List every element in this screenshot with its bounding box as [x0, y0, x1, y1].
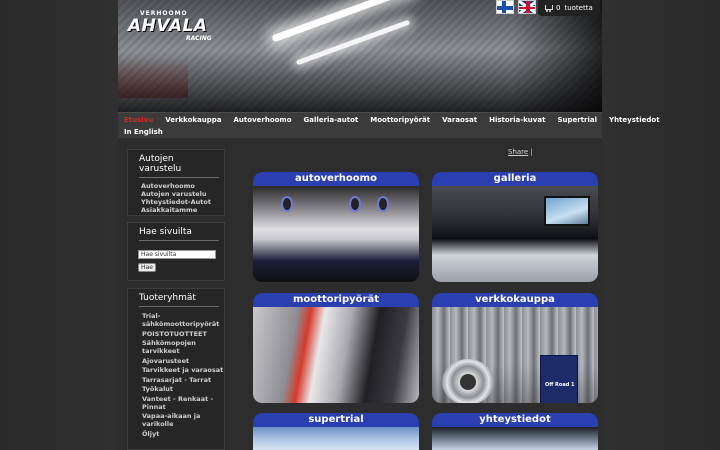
box-title-tuoteryhmat: Tuoteryhmät	[139, 293, 196, 303]
sidebar-box-autojen-varustelu: Autojen varustelu Autoverhoomo Autojen v…	[127, 149, 225, 216]
page-container: VERHOOMO AHVALA RACING 0 tuotetta Etusiv…	[118, 0, 660, 450]
sidebar-box-tuoteryhmat: Tuoteryhmät Trial-sähkömoottoripyörät PO…	[127, 288, 225, 450]
tile-image	[253, 307, 419, 403]
nav-item-historia-kuvat[interactable]: Historia-kuvat	[483, 115, 551, 126]
nav-item-supertrial[interactable]: Supertrial	[551, 115, 603, 126]
sidebar-box-search: Hae sivuilta Hae	[127, 222, 225, 281]
sidebar-link-tyokalut[interactable]: Työkalut	[128, 385, 224, 393]
nav-item-varaosat[interactable]: Varaosat	[436, 115, 483, 126]
sidebar-link-tarvikkeet-ja-varaosat[interactable]: Tarvikkeet ja varaosat	[128, 366, 224, 374]
sidebar-link-ajovarusteet[interactable]: Ajovarusteet	[128, 357, 224, 365]
sidebar-link-vapaa-aikaan-ja-varikolle[interactable]: Vapaa-aikaan ja varikolle	[128, 412, 224, 428]
sidebar-link-autojen-varustelu[interactable]: Autojen varustelu	[128, 190, 224, 198]
english-flag-icon[interactable]	[518, 0, 536, 14]
box-title-autojen-varustelu: Autojen varustelu	[139, 154, 182, 174]
tile-title: autoverhoomo	[253, 172, 419, 186]
cart-count: 0	[556, 4, 561, 12]
shopping-cart-button[interactable]: 0 tuotetta	[538, 0, 600, 16]
sidebar-link-asiakkaitamme[interactable]: Asiakkaitamme	[128, 206, 224, 214]
share-link[interactable]: Share	[508, 148, 528, 156]
tile-title: supertrial	[253, 413, 419, 427]
sidebar-link-oljyt[interactable]: Öljyt	[128, 430, 224, 438]
share-bar: Share |	[508, 148, 533, 156]
speaker-icon	[377, 196, 389, 212]
tile-moottoripyorat[interactable]: moottoripyörät	[253, 293, 419, 403]
banner-dark-edge	[512, 0, 602, 112]
header-banner: VERHOOMO AHVALA RACING 0 tuotetta	[118, 0, 602, 112]
sidebar-link-sahkomopojen-tarvikkeet[interactable]: Sähkömopojen tarvikkeet	[128, 339, 224, 355]
tile-title: verkkokauppa	[432, 293, 598, 307]
tile-autoverhoomo[interactable]: autoverhoomo	[253, 172, 419, 282]
logo-name: AHVALA	[128, 16, 208, 36]
finnish-flag-icon[interactable]	[496, 0, 514, 14]
language-flags	[496, 0, 536, 16]
site-logo[interactable]: VERHOOMO AHVALA RACING	[128, 10, 218, 42]
tile-image	[432, 186, 598, 282]
box-divider	[139, 240, 219, 241]
sidebar-link-yhteystiedot-autot[interactable]: Yhteystiedot-Autot	[128, 198, 224, 206]
oil-bottle-image: Off Road 1	[540, 355, 578, 403]
tile-image	[432, 427, 598, 450]
main-navigation: Etusivu Verkkokauppa Autoverhoomo Galler…	[118, 112, 660, 138]
nav-row-1: Etusivu Verkkokauppa Autoverhoomo Galler…	[118, 115, 666, 126]
tile-image	[253, 186, 419, 282]
tile-verkkokauppa[interactable]: verkkokauppa Off Road 1	[432, 293, 598, 403]
tile-supertrial[interactable]: supertrial	[253, 413, 419, 450]
bearing-image	[442, 359, 494, 403]
nav-item-yhteystiedot[interactable]: Yhteystiedot	[603, 115, 666, 126]
sidebar-link-tarrasarjat[interactable]: Tarrasarjat - Tarrat	[128, 376, 224, 384]
nav-item-galleria-autot[interactable]: Galleria-autot	[298, 115, 365, 126]
nav-row-2: In English	[118, 127, 169, 138]
speaker-icon	[281, 196, 293, 212]
oil-label: Off Road 1	[545, 382, 575, 388]
sidebar-link-poistotuotteet[interactable]: POISTOTUOTTEET	[128, 330, 224, 338]
tile-image: Off Road 1	[432, 307, 598, 403]
sidebar-link-trial-sahkomoottoripyorat[interactable]: Trial-sähkömoottoripyörät	[128, 312, 224, 328]
tile-galleria[interactable]: galleria	[432, 172, 598, 282]
tile-yhteystiedot[interactable]: yhteystiedot	[432, 413, 598, 450]
share-separator: |	[530, 148, 533, 156]
nav-item-autoverhoomo[interactable]: Autoverhoomo	[228, 115, 298, 126]
tv-screen-image	[544, 196, 590, 226]
nav-item-verkkokauppa[interactable]: Verkkokauppa	[159, 115, 227, 126]
sidebar-link-vanteet-renkaat-pinnat[interactable]: Vanteet - Renkaat - Pinnat	[128, 395, 224, 411]
nav-item-in-english[interactable]: In English	[118, 127, 169, 138]
logo-sub-text: RACING	[186, 35, 212, 42]
tile-title: yhteystiedot	[432, 413, 598, 427]
speaker-icon	[349, 196, 361, 212]
sidebar-link-autoverhoomo[interactable]: Autoverhoomo	[128, 182, 224, 190]
tile-title: galleria	[432, 172, 598, 186]
nav-item-etusivu[interactable]: Etusivu	[118, 115, 159, 126]
tile-title: moottoripyörät	[253, 293, 419, 307]
nav-item-moottoripyorat[interactable]: Moottoripyörät	[364, 115, 436, 126]
search-input[interactable]	[138, 250, 216, 259]
search-button[interactable]: Hae	[138, 263, 156, 272]
box-title-search: Hae sivuilta	[139, 227, 192, 237]
cart-icon	[545, 4, 553, 12]
tile-image	[253, 427, 419, 450]
cart-label: tuotetta	[564, 4, 593, 12]
